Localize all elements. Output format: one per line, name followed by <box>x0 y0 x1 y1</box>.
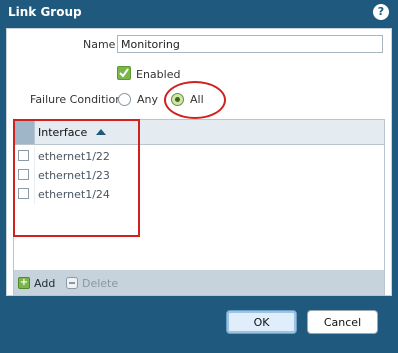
radio-any[interactable] <box>118 93 131 106</box>
grid-toolbar: + Add Delete <box>13 270 385 296</box>
check-icon <box>119 68 129 78</box>
radio-any-label: Any <box>137 93 159 106</box>
title-bar: Link Group ? <box>0 0 398 25</box>
add-button[interactable]: Add <box>34 277 55 290</box>
help-icon[interactable]: ? <box>373 4 389 20</box>
dialog-body: Name Monitoring Enabled Failure Conditio… <box>6 28 392 296</box>
ok-button[interactable]: OK <box>226 310 297 334</box>
name-input[interactable]: Monitoring <box>117 35 383 53</box>
delete-icon <box>66 277 78 289</box>
cancel-button[interactable]: Cancel <box>307 310 378 334</box>
delete-button: Delete <box>82 277 119 290</box>
dialog-title: Link Group <box>8 5 82 19</box>
name-label: Name <box>83 38 116 51</box>
enabled-label: Enabled <box>136 68 181 81</box>
link-group-dialog: Link Group ? Name Monitoring Enabled Fai… <box>0 0 398 353</box>
enabled-checkbox[interactable] <box>117 66 131 80</box>
annotation-ellipse <box>164 81 226 119</box>
failure-condition-label: Failure Condition <box>30 93 123 106</box>
add-icon[interactable]: + <box>18 277 30 289</box>
annotation-rectangle <box>13 119 140 237</box>
